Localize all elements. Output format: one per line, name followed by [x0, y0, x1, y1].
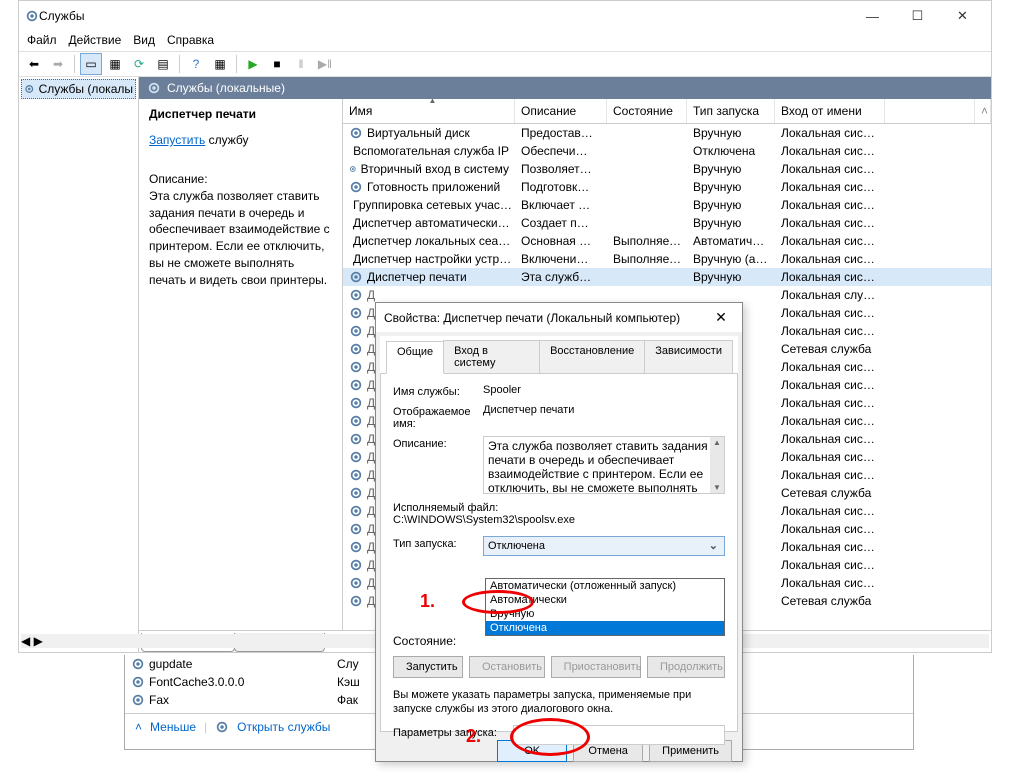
- less-link[interactable]: Меньше: [150, 720, 196, 734]
- list-row[interactable]: Диспетчер локальных сеа…Основная …Выполн…: [343, 232, 991, 250]
- list-row[interactable]: Диспетчер печатиЭта служб…ВручнуюЛокальн…: [343, 268, 991, 286]
- display-name-value: Диспетчер печати: [483, 404, 725, 416]
- pause-button: Приостановить: [551, 656, 641, 678]
- start-button[interactable]: Запустить: [393, 656, 463, 678]
- menu-help[interactable]: Справка: [167, 33, 214, 49]
- display-name-label: Отображаемое имя:: [393, 404, 483, 430]
- gear-icon: [25, 9, 39, 23]
- description-label: Описание:: [393, 436, 483, 450]
- properties-dialog: Свойства: Диспетчер печати (Локальный ко…: [375, 302, 743, 762]
- exe-label: Исполняемый файл:: [393, 500, 498, 514]
- back-button[interactable]: ⬅: [23, 53, 45, 75]
- resume-button: Продолжить: [647, 656, 725, 678]
- dropdown-option[interactable]: Автоматически (отложенный запуск): [486, 579, 724, 593]
- col-start[interactable]: Тип запуска: [687, 99, 775, 123]
- startup-select[interactable]: Отключена: [483, 536, 725, 556]
- tab-recovery[interactable]: Восстановление: [539, 340, 645, 373]
- list-row[interactable]: Вторичный вход в системуПозволяет…Вручну…: [343, 160, 991, 178]
- menu-file[interactable]: Файл: [27, 33, 57, 49]
- col-name[interactable]: Имя▲: [343, 99, 515, 123]
- properties-button[interactable]: ▦: [104, 53, 126, 75]
- refresh-button[interactable]: ⟳: [128, 53, 150, 75]
- minimize-button[interactable]: —: [850, 2, 895, 30]
- desc-text: Эта служба позволяет ставить задания печ…: [149, 188, 332, 289]
- help-button[interactable]: ?: [185, 53, 207, 75]
- gear-icon: [215, 720, 229, 734]
- menu-action[interactable]: Действие: [69, 33, 122, 49]
- forward-button[interactable]: ➡: [47, 53, 69, 75]
- show-hide-button[interactable]: ▭: [80, 53, 102, 75]
- service-name-value: Spooler: [483, 384, 725, 396]
- menu-view[interactable]: Вид: [133, 33, 155, 49]
- tree-scrollbar[interactable]: ◀ ▶: [21, 634, 139, 648]
- toolbar: ⬅ ➡ ▭ ▦ ⟳ ▤ ? ▦ ▶ ■ ‖ ▶‖: [19, 51, 991, 77]
- titlebar: Службы — ☐ ✕: [19, 1, 991, 31]
- dropdown-option[interactable]: Вручную: [486, 607, 724, 621]
- pane-header: Службы (локальные): [139, 77, 991, 99]
- menubar: Файл Действие Вид Справка: [19, 31, 991, 51]
- maximize-button[interactable]: ☐: [895, 2, 940, 30]
- gear-icon: [147, 81, 161, 95]
- col-desc[interactable]: Описание: [515, 99, 607, 123]
- list-row[interactable]: Виртуальный дискПредостав…ВручнуюЛокальн…: [343, 124, 991, 142]
- list-row[interactable]: Диспетчер автоматически…Создает п…Вручну…: [343, 214, 991, 232]
- service-title: Диспетчер печати: [149, 107, 332, 121]
- stop-service-button[interactable]: ■: [266, 53, 288, 75]
- col-state[interactable]: Состояние: [607, 99, 687, 123]
- dialog-tabs: Общие Вход в систему Восстановление Зави…: [380, 336, 738, 374]
- scroll-up-icon[interactable]: ˄: [975, 99, 991, 123]
- params-label: Параметры запуска:: [393, 725, 513, 739]
- list-header: Имя▲ Описание Состояние Тип запуска Вход…: [343, 99, 991, 124]
- startup-label: Тип запуска:: [393, 536, 483, 550]
- params-input[interactable]: [513, 725, 725, 745]
- col-acct[interactable]: Вход от имени: [775, 99, 885, 123]
- startup-dropdown: Автоматически (отложенный запуск) Автома…: [485, 578, 725, 636]
- tab-dependencies[interactable]: Зависимости: [644, 340, 733, 373]
- start-link[interactable]: Запустить: [149, 133, 205, 147]
- scrollbar[interactable]: [710, 437, 724, 493]
- list-row[interactable]: Группировка сетевых учас…Включает …Вручн…: [343, 196, 991, 214]
- state-label: Состояние:: [393, 632, 483, 648]
- dropdown-option-selected[interactable]: Отключена: [486, 621, 724, 635]
- close-button[interactable]: ✕: [940, 2, 985, 30]
- start-service-button[interactable]: ▶: [242, 53, 264, 75]
- tab-general[interactable]: Общие: [386, 341, 444, 374]
- exe-path: C:\WINDOWS\System32\spoolsv.exe: [393, 514, 575, 526]
- stop-button: Остановить: [469, 656, 545, 678]
- list-row[interactable]: Диспетчер настройки устр…Включени…Выполн…: [343, 250, 991, 268]
- tab-logon[interactable]: Вход в систему: [443, 340, 540, 373]
- chevron-up-icon: ˄: [135, 720, 142, 734]
- detail-panel: Диспетчер печати Запустить службу Описан…: [139, 99, 343, 630]
- tree-pane: Службы (локалы ◀ ▶: [19, 77, 139, 652]
- description-box: Эта служба позволяет ставить задания печ…: [483, 436, 725, 494]
- pause-service-button[interactable]: ‖: [290, 53, 312, 75]
- hint-text: Вы можете указать параметры запуска, при…: [393, 688, 725, 717]
- dropdown-option[interactable]: Автоматически: [486, 593, 724, 607]
- desc-label: Описание:: [149, 171, 332, 188]
- gear-icon: [24, 82, 35, 96]
- list-row[interactable]: Вспомогательная служба IPОбеспечи…Отключ…: [343, 142, 991, 160]
- dialog-close-button[interactable]: ✕: [708, 309, 734, 326]
- restart-service-button[interactable]: ▶‖: [314, 53, 336, 75]
- tree-root[interactable]: Службы (локалы: [21, 79, 136, 99]
- dialog-titlebar: Свойства: Диспетчер печати (Локальный ко…: [376, 303, 742, 332]
- list-row[interactable]: Готовность приложенийПодготовк…ВручнуюЛо…: [343, 178, 991, 196]
- service-name-label: Имя службы:: [393, 384, 483, 398]
- export-button[interactable]: ▤: [152, 53, 174, 75]
- open-services-link[interactable]: Открыть службы: [237, 720, 330, 734]
- window-title: Службы: [39, 9, 850, 23]
- toolbar-button[interactable]: ▦: [209, 53, 231, 75]
